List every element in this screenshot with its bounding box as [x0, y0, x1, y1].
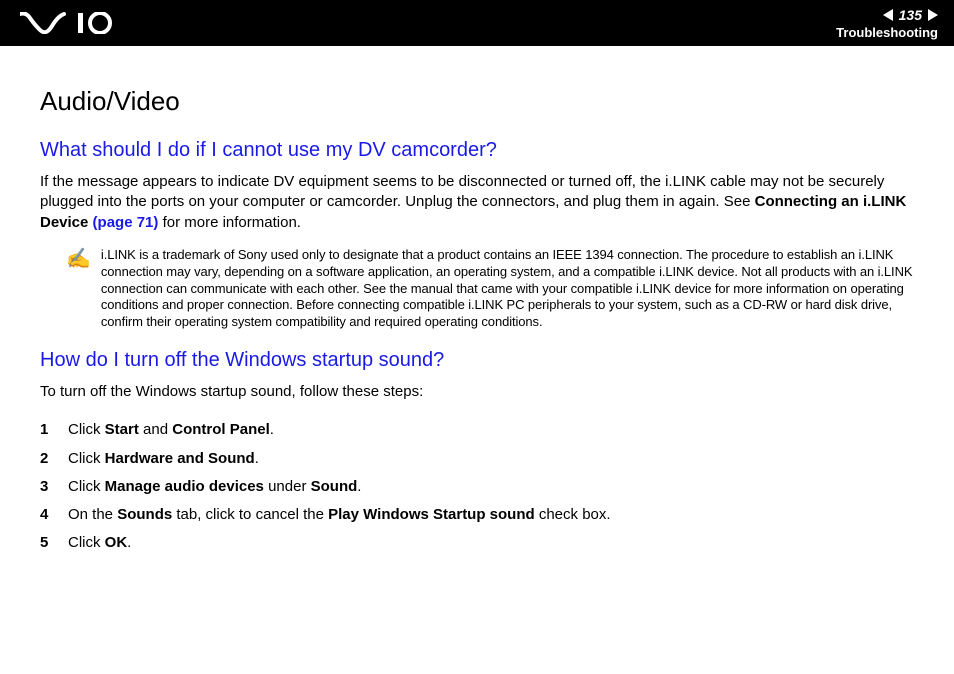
page-nav: 135 [883, 7, 938, 23]
vaio-logo [20, 12, 130, 34]
note-icon: ✍ [66, 249, 91, 269]
header-bar: 135 Troubleshooting [0, 0, 954, 46]
page-title: Audio/Video [40, 86, 914, 117]
section-label: Troubleshooting [836, 25, 938, 40]
step-2: Click Hardware and Sound. [40, 445, 914, 473]
q1-text-post: for more information. [158, 214, 301, 231]
next-page-icon[interactable] [928, 9, 938, 21]
q1-heading: What should I do if I cannot use my DV c… [40, 139, 914, 162]
q1-paragraph: If the message appears to indicate DV eq… [40, 172, 914, 233]
step-3: Click Manage audio devices under Sound. [40, 473, 914, 501]
step-4: On the Sounds tab, click to cancel the P… [40, 501, 914, 529]
prev-page-icon[interactable] [883, 9, 893, 21]
note-block: ✍ i.LINK is a trademark of Sony used onl… [66, 247, 914, 331]
note-text: i.LINK is a trademark of Sony used only … [101, 247, 914, 331]
q2-intro: To turn off the Windows startup sound, f… [40, 382, 914, 402]
q1-link-page[interactable]: (page 71) [88, 214, 158, 231]
step-1: Click Start and Control Panel. [40, 416, 914, 444]
steps-list: Click Start and Control Panel. Click Har… [40, 416, 914, 557]
step-5: Click OK. [40, 529, 914, 557]
page-number: 135 [899, 7, 922, 23]
q2-heading: How do I turn off the Windows startup so… [40, 349, 914, 372]
page-content: Audio/Video What should I do if I cannot… [0, 46, 954, 558]
